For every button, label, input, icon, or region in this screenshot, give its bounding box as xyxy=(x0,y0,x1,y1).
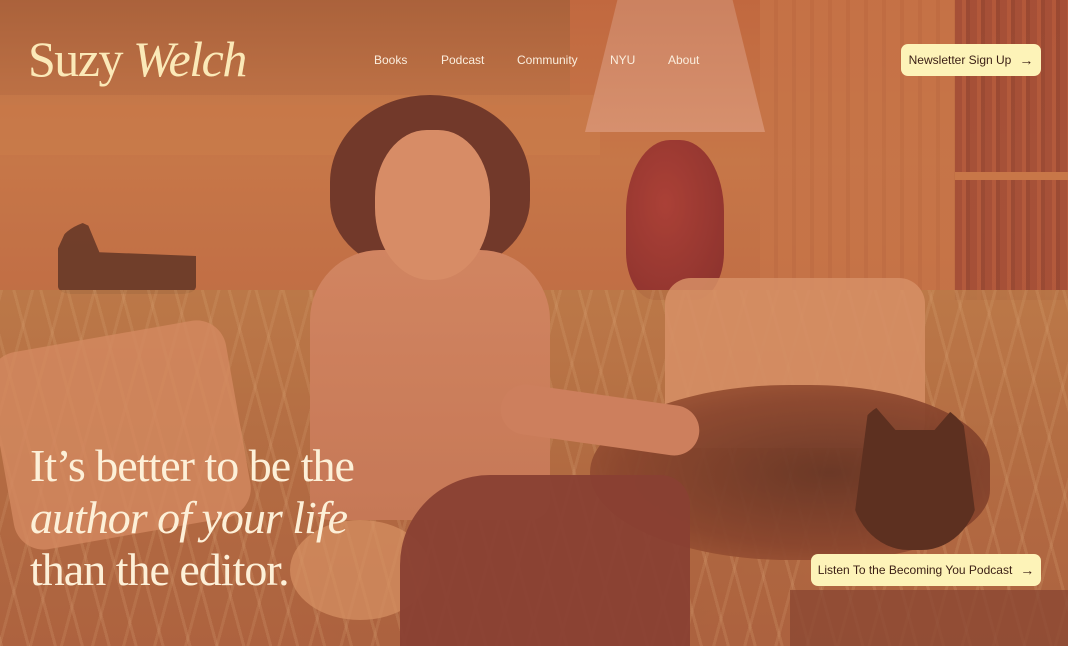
headline-line-3: than the editor. xyxy=(30,544,290,595)
listen-podcast-label: Listen To the Becoming You Podcast xyxy=(817,563,1013,577)
hero-headline: It’s better to be the author of your lif… xyxy=(30,440,450,596)
arrow-right-icon: → xyxy=(1020,562,1035,578)
nav-item-nyu[interactable]: NYU xyxy=(610,52,635,68)
newsletter-signup-label: Newsletter Sign Up xyxy=(908,53,1012,67)
newsletter-signup-button[interactable]: Newsletter Sign Up → xyxy=(901,44,1041,76)
arrow-right-icon: → xyxy=(1019,52,1034,68)
nav-item-podcast[interactable]: Podcast xyxy=(441,52,484,68)
site-logo[interactable]: Suzy Welch xyxy=(28,30,247,88)
listen-podcast-button[interactable]: Listen To the Becoming You Podcast → xyxy=(811,554,1041,586)
nav-item-about[interactable]: About xyxy=(668,52,699,68)
logo-last-name: Welch xyxy=(133,31,247,87)
logo-first-name: Suzy xyxy=(28,31,124,87)
headline-line-2: author of your life xyxy=(30,492,348,543)
headline-line-1: It’s better to be the xyxy=(30,440,355,491)
nav-item-books[interactable]: Books xyxy=(374,52,407,68)
nav-item-community[interactable]: Community xyxy=(517,52,578,68)
